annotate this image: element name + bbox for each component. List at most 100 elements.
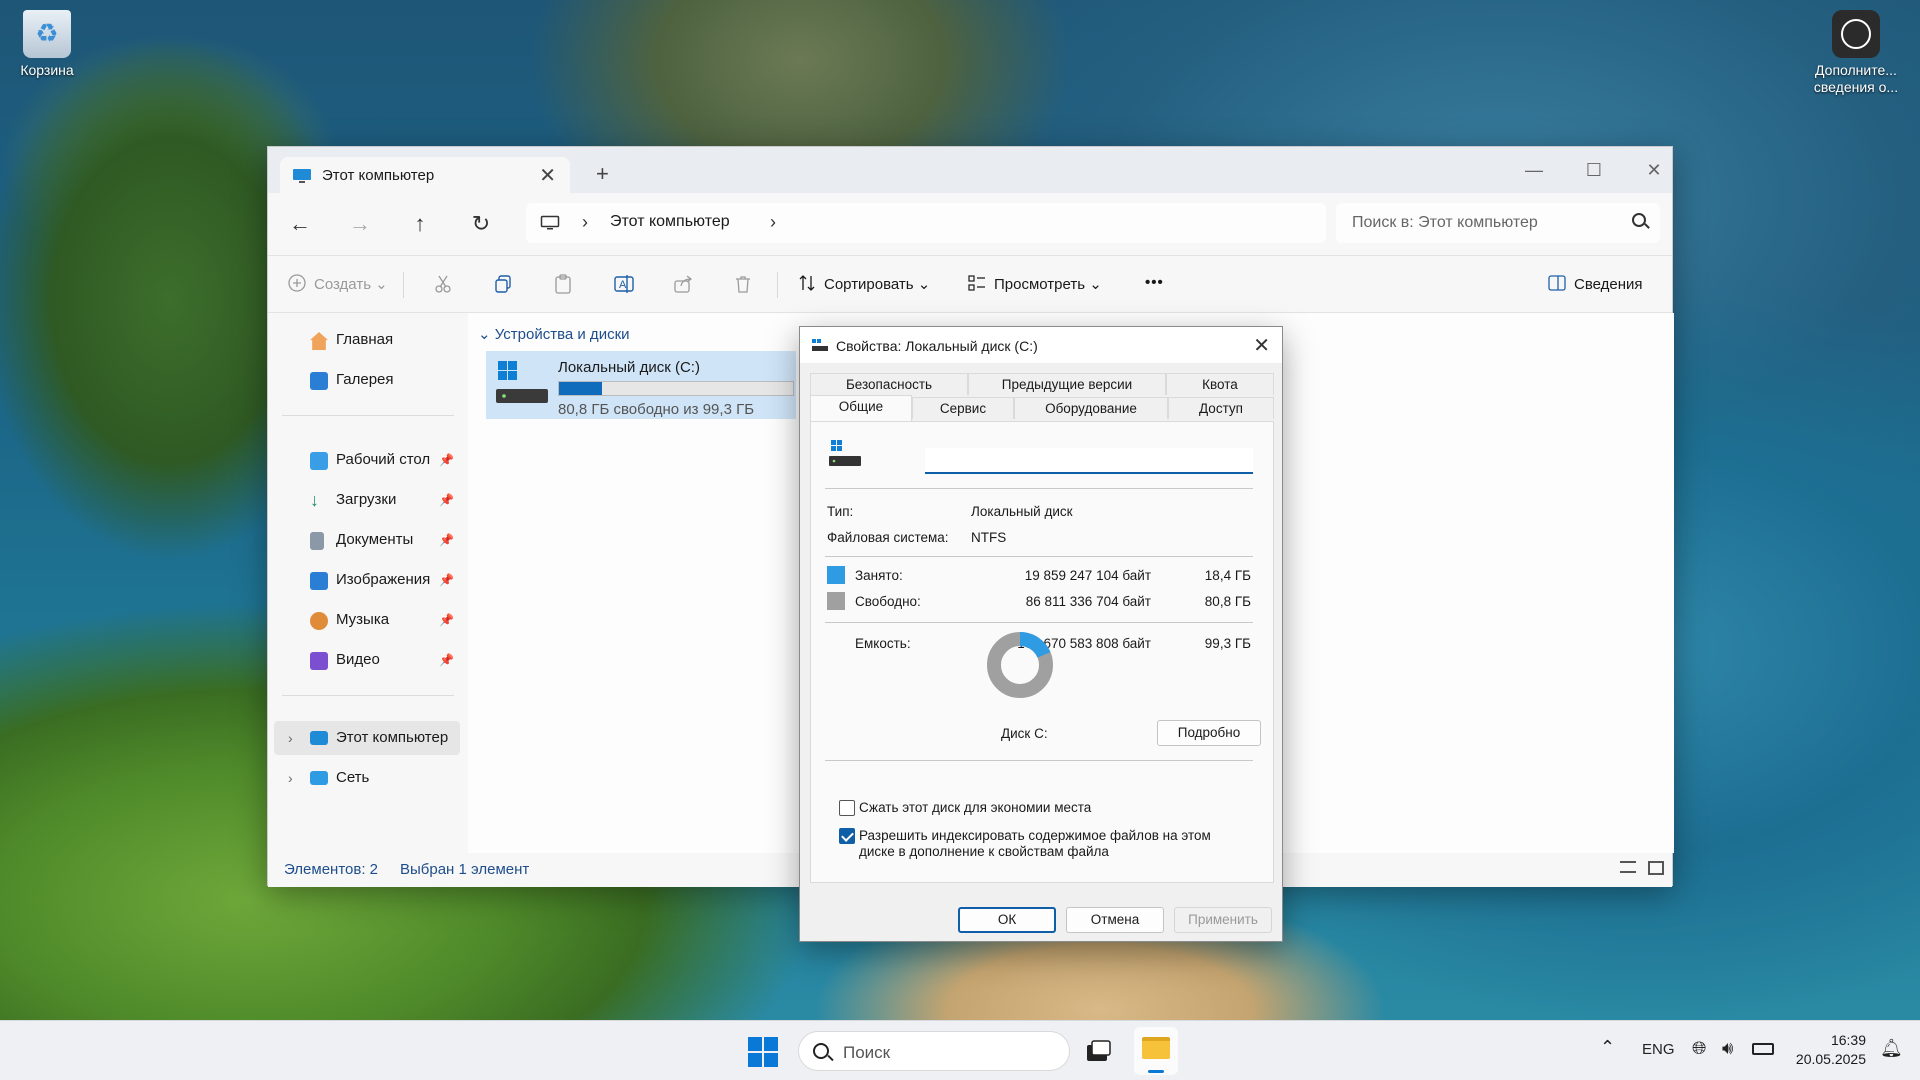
file-system-label: Файловая система: — [827, 530, 949, 545]
tiles-view-icon[interactable] — [1648, 861, 1664, 875]
toolbar-divider — [403, 272, 404, 298]
dialog-close-icon[interactable]: ✕ — [1253, 333, 1270, 358]
svg-text:A: A — [619, 279, 627, 291]
back-button[interactable]: ← — [282, 209, 318, 241]
expand-chevron-icon[interactable]: › — [288, 761, 293, 795]
sidebar-item-pictures[interactable]: Изображения 📌 — [274, 563, 460, 597]
cancel-button[interactable]: Отмена — [1066, 907, 1164, 933]
index-checkbox[interactable] — [839, 828, 855, 844]
tab-quota[interactable]: Квота — [1166, 373, 1274, 395]
taskbar-file-explorer-button[interactable] — [1134, 1027, 1178, 1075]
address-bar[interactable]: › Этот компьютер › — [526, 203, 1326, 243]
refresh-button[interactable]: ↻ — [463, 209, 499, 241]
windows-logo-icon — [764, 1037, 778, 1051]
chevron-right-icon[interactable]: › — [770, 212, 776, 233]
drive-c-item[interactable]: Локальный диск (C:) 80,8 ГБ свободно из … — [486, 351, 796, 419]
divider — [825, 488, 1253, 489]
disk-properties-dialog: Свойства: Локальный диск (C:) ✕ Безопасн… — [799, 326, 1283, 942]
computer-icon — [310, 731, 328, 745]
forward-button[interactable]: → — [342, 209, 378, 241]
sidebar-divider — [282, 695, 454, 696]
tab-close-icon[interactable]: ✕ — [539, 163, 556, 188]
paste-icon[interactable] — [553, 274, 573, 294]
input-language-indicator[interactable]: ENG — [1642, 1041, 1675, 1058]
volume-label-input[interactable] — [925, 448, 1253, 474]
clock[interactable]: 16:39 20.05.2025 — [1794, 1031, 1866, 1069]
index-label: Разрешить индексировать содержимое файло… — [859, 828, 1211, 859]
disk-usage-donut-chart — [987, 632, 1053, 698]
desktop-folder-icon — [310, 452, 328, 470]
network-globe-icon[interactable]: 🌐︎ — [1692, 1038, 1706, 1059]
recycle-bin-shortcut[interactable]: Корзина — [4, 10, 90, 78]
tab-security[interactable]: Безопасность — [810, 373, 968, 395]
taskbar-search-input[interactable]: Поиск — [798, 1031, 1070, 1071]
expand-chevron-icon[interactable]: › — [288, 721, 293, 755]
details-pane-button[interactable]: Сведения — [1548, 274, 1643, 293]
devices-group-header[interactable]: ⌄ Устройства и диски — [478, 325, 630, 343]
maximize-button[interactable]: ☐ — [1574, 155, 1614, 185]
rename-icon[interactable]: A — [613, 274, 635, 294]
details-label: Сведения — [1574, 276, 1643, 293]
notifications-bell-icon[interactable]: 🔔︎ — [1880, 1038, 1903, 1059]
sidebar-item-this-pc[interactable]: › Этот компьютер — [274, 721, 460, 755]
pin-icon: 📌 — [439, 453, 454, 467]
show-hidden-icons-chevron-icon[interactable]: ⌃ — [1600, 1037, 1615, 1058]
close-window-button[interactable]: ✕ — [1634, 155, 1674, 185]
breadcrumb[interactable]: Этот компьютер — [610, 213, 730, 231]
chevron-right-icon[interactable]: › — [582, 212, 588, 233]
volume-icon[interactable]: 🔊︎ — [1722, 1038, 1733, 1059]
taskbar-search-placeholder: Поиск — [843, 1043, 891, 1062]
search-input[interactable]: Поиск в: Этот компьютер — [1336, 203, 1660, 243]
info-app-icon — [1832, 10, 1880, 58]
sort-label: Сортировать — [824, 276, 914, 293]
sidebar-item-videos[interactable]: Видео 📌 — [274, 643, 460, 677]
sort-button[interactable]: Сортировать ⌄ — [798, 274, 930, 293]
divider — [825, 556, 1253, 557]
details-view-icon[interactable] — [1620, 861, 1636, 873]
cut-icon[interactable] — [433, 274, 453, 294]
toolbar-divider — [777, 272, 778, 298]
plus-circle-icon — [288, 274, 306, 292]
pin-icon: 📌 — [439, 533, 454, 547]
create-button[interactable]: Создать ⌄ — [288, 274, 388, 293]
tab-sharing[interactable]: Доступ — [1168, 397, 1274, 419]
sidebar-item-home[interactable]: Главная — [274, 323, 460, 357]
sidebar-item-music[interactable]: Музыка 📌 — [274, 603, 460, 637]
view-button[interactable]: Просмотреть ⌄ — [968, 274, 1102, 293]
more-info-shortcut[interactable]: Дополните... сведения о... — [1806, 10, 1906, 96]
tab-hardware[interactable]: Оборудование — [1014, 397, 1168, 419]
address-row: ← → ↑ ↻ › Этот компьютер › Поиск в: Этот… — [268, 193, 1672, 255]
tab-general[interactable]: Общие — [810, 395, 912, 421]
sidebar-item-documents[interactable]: Документы 📌 — [274, 523, 460, 557]
sidebar-label: Этот компьютер — [336, 729, 449, 746]
new-tab-button[interactable]: + — [596, 161, 609, 187]
sidebar-item-network[interactable]: › Сеть — [274, 761, 460, 795]
compress-checkbox[interactable] — [839, 800, 855, 816]
sidebar-item-gallery[interactable]: Галерея — [274, 363, 460, 397]
battery-icon[interactable] — [1752, 1043, 1774, 1055]
tab-tools[interactable]: Сервис — [912, 397, 1014, 419]
tab-previous-versions[interactable]: Предыдущие версии — [968, 373, 1166, 395]
start-button[interactable] — [748, 1037, 778, 1067]
dialog-title: Свойства: Локальный диск (C:) — [836, 338, 1038, 354]
minimize-button[interactable]: — — [1514, 155, 1554, 185]
up-button[interactable]: ↑ — [402, 209, 438, 241]
apply-button[interactable]: Применить — [1174, 907, 1272, 933]
drive-name: Локальный диск (C:) — [558, 359, 700, 376]
documents-icon — [310, 532, 324, 550]
file-system-value: NTFS — [971, 530, 1007, 545]
more-options-button[interactable]: ••• — [1145, 274, 1164, 291]
tab-this-pc[interactable]: Этот компьютер ✕ — [280, 157, 570, 193]
used-space-size: 18,4 ГБ — [1204, 568, 1251, 583]
details-button[interactable]: Подробно — [1157, 720, 1261, 746]
sidebar-item-desktop[interactable]: Рабочий стол 📌 — [274, 443, 460, 477]
local-disk-icon — [496, 361, 548, 403]
sidebar-label: Рабочий стол — [336, 451, 431, 468]
copy-icon[interactable] — [493, 274, 513, 294]
selection-count: Выбран 1 элемент — [400, 861, 530, 878]
ok-button[interactable]: ОК — [958, 907, 1056, 933]
delete-icon[interactable] — [733, 274, 753, 294]
sidebar-item-downloads[interactable]: ↓ Загрузки 📌 — [274, 483, 460, 517]
task-view-icon[interactable] — [1084, 1037, 1112, 1065]
share-icon[interactable] — [673, 274, 693, 294]
